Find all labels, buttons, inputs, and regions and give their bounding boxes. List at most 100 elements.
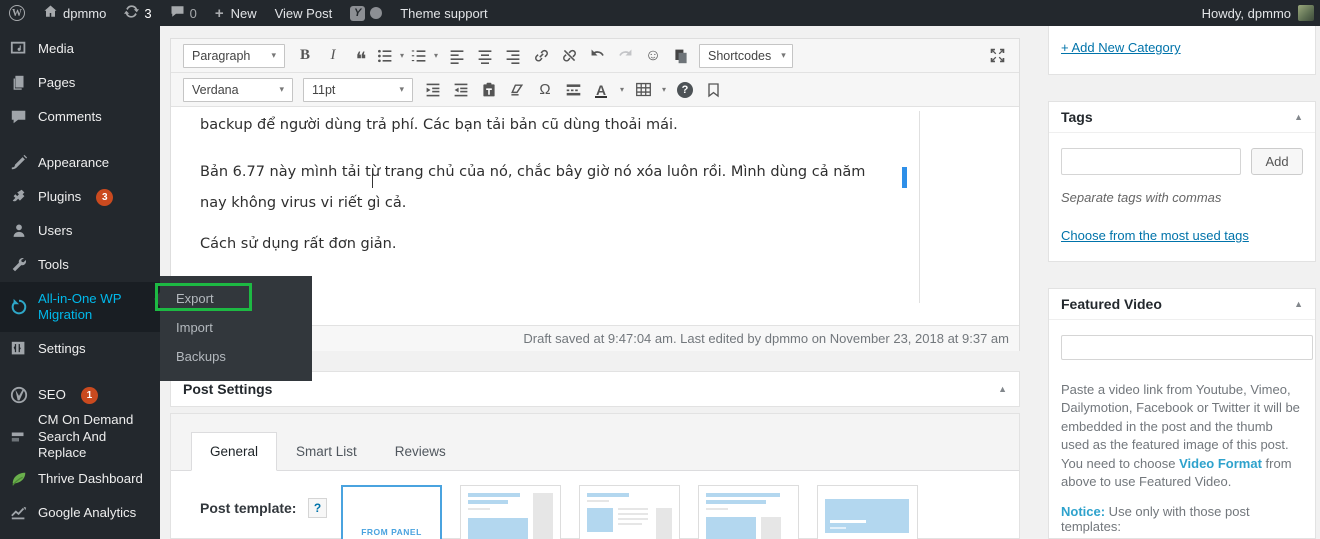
text-color-chevron-icon[interactable]: ▾ — [615, 77, 629, 103]
copy-pages-button[interactable] — [667, 43, 695, 69]
collapse-icon[interactable]: ▲ — [998, 384, 1007, 394]
sidebar-item-settings[interactable]: Settings — [0, 332, 160, 366]
google-analytics-icon — [9, 503, 29, 523]
notice-label: Notice: — [1061, 503, 1106, 519]
anchor-bookmark-button[interactable] — [699, 77, 727, 103]
thumb-wireframe — [587, 508, 672, 539]
align-center-button[interactable] — [471, 43, 499, 69]
sidebar-item-comments[interactable]: Comments — [0, 100, 160, 134]
video-link-input[interactable] — [1061, 335, 1313, 360]
template-help-button[interactable]: ? — [308, 498, 327, 518]
tab-reviews[interactable]: Reviews — [376, 432, 465, 471]
sidebar-item-users[interactable]: Users — [0, 214, 160, 248]
read-more-button[interactable] — [559, 77, 587, 103]
align-left-button[interactable] — [443, 43, 471, 69]
submenu-item-import[interactable]: Import — [160, 313, 312, 342]
tools-icon — [9, 255, 29, 275]
template-thumbnail[interactable] — [698, 485, 799, 539]
submenu-item-backups[interactable]: Backups — [160, 342, 312, 371]
updates-link[interactable]: 3 — [115, 0, 160, 26]
theme-support-menu[interactable]: Theme support — [391, 0, 496, 26]
sidebar-item-pages[interactable]: Pages — [0, 66, 160, 100]
collapse-icon[interactable]: ▲ — [1294, 299, 1303, 309]
table-button[interactable] — [629, 77, 657, 103]
link-button[interactable] — [527, 43, 555, 69]
choose-most-used-tags-link[interactable]: Choose from the most used tags — [1061, 228, 1249, 243]
sidebar-item-seo[interactable]: SEO 1 — [0, 378, 160, 412]
font-size-select[interactable]: 11pt ▾ — [303, 77, 413, 102]
blockquote-button[interactable]: ❝ — [347, 43, 375, 71]
bold-button[interactable]: B — [291, 43, 319, 69]
template-thumbnail-label: FROM PANEL — [361, 527, 422, 537]
pages-icon — [9, 73, 29, 93]
unlink-button[interactable] — [555, 43, 583, 69]
bullet-list-button[interactable] — [375, 43, 395, 69]
add-new-category-link[interactable]: + Add New Category — [1061, 40, 1181, 55]
featured-video-panel-header[interactable]: Featured Video ▲ — [1049, 289, 1315, 320]
shortcodes-select[interactable]: Shortcodes ▾ — [699, 43, 793, 68]
tags-input[interactable] — [1061, 148, 1241, 175]
font-family-select[interactable]: Verdana ▾ — [183, 77, 293, 102]
comments-link[interactable]: 0 — [161, 0, 206, 26]
sidebar-label: Pages — [38, 74, 76, 90]
thumb-wireframe — [618, 508, 651, 539]
fullscreen-button[interactable] — [983, 43, 1011, 69]
outdent-button[interactable] — [419, 77, 447, 103]
video-format-link[interactable]: Video Format — [1179, 456, 1262, 471]
thumb-wireframe — [618, 508, 648, 510]
wordpress-menu[interactable]: W — [0, 0, 34, 26]
template-thumbnail[interactable] — [817, 485, 918, 539]
sidebar-item-google-analytics[interactable]: Google Analytics — [0, 496, 160, 530]
updates-icon — [124, 4, 140, 22]
thumb-wireframe — [468, 493, 553, 539]
template-thumbnails: FROM PANEL — [341, 485, 918, 539]
tab-general[interactable]: General — [191, 432, 278, 471]
thumb-wireframe — [706, 517, 756, 539]
sidebar-item-appearance[interactable]: Appearance — [0, 146, 160, 180]
help-button[interactable]: ? — [671, 77, 699, 103]
view-post-link[interactable]: View Post — [266, 0, 342, 26]
template-thumbnail[interactable] — [460, 485, 561, 539]
italic-button[interactable]: I — [319, 43, 347, 69]
thumb-wireframe — [830, 527, 846, 529]
tab-smart-list[interactable]: Smart List — [277, 432, 376, 471]
yoast-menu[interactable]: Y — [341, 0, 391, 26]
clear-formatting-button[interactable] — [503, 77, 531, 103]
emoticons-button[interactable]: ☺ — [639, 43, 667, 69]
numbered-list-button[interactable] — [409, 43, 429, 69]
new-menu[interactable]: + New — [206, 0, 266, 26]
thumb-wireframe — [533, 493, 553, 539]
site-name-link[interactable]: dpmmo — [34, 0, 115, 26]
numbered-list-chevron-icon[interactable]: ▾ — [429, 43, 443, 69]
thumb-wireframe — [618, 513, 648, 515]
special-character-button[interactable]: Ω — [531, 77, 559, 103]
table-chevron-icon[interactable]: ▾ — [657, 77, 671, 103]
thumb-wireframe — [656, 508, 672, 539]
redo-button[interactable] — [611, 43, 639, 69]
template-thumbnail[interactable] — [579, 485, 680, 539]
paste-as-text-button[interactable] — [475, 77, 503, 103]
sidebar-item-thrive-dashboard[interactable]: Thrive Dashboard — [0, 462, 160, 496]
howdy-label[interactable]: Howdy, dpmmo — [1202, 6, 1291, 21]
seo-badge: 1 — [80, 386, 98, 404]
tags-panel-header[interactable]: Tags ▲ — [1049, 102, 1315, 133]
bullet-list-chevron-icon[interactable]: ▾ — [395, 43, 409, 69]
media-icon — [9, 39, 29, 59]
featured-video-title: Featured Video — [1061, 296, 1162, 312]
sidebar-item-media[interactable]: Media — [0, 32, 160, 66]
format-select[interactable]: Paragraph ▾ — [183, 43, 285, 68]
undo-button[interactable] — [583, 43, 611, 69]
align-right-button[interactable] — [499, 43, 527, 69]
sidebar-item-tools[interactable]: Tools — [0, 248, 160, 282]
add-tag-button[interactable]: Add — [1251, 148, 1303, 175]
text-color-button[interactable]: A — [587, 77, 615, 103]
collapse-icon[interactable]: ▲ — [1294, 112, 1303, 122]
sidebar-item-all-in-one-wp-migration[interactable]: All-in-One WP Migration — [0, 282, 160, 332]
sidebar-item-plugins[interactable]: Plugins 3 — [0, 180, 160, 214]
template-thumbnail-from-panel[interactable]: FROM PANEL — [341, 485, 442, 539]
thumb-wireframe — [468, 493, 528, 539]
sidebar-item-cm-search-replace[interactable]: CM On Demand Search And Replace — [0, 412, 160, 462]
sidebar-separator — [0, 134, 160, 146]
indent-button[interactable] — [447, 77, 475, 103]
user-avatar[interactable] — [1298, 5, 1314, 21]
